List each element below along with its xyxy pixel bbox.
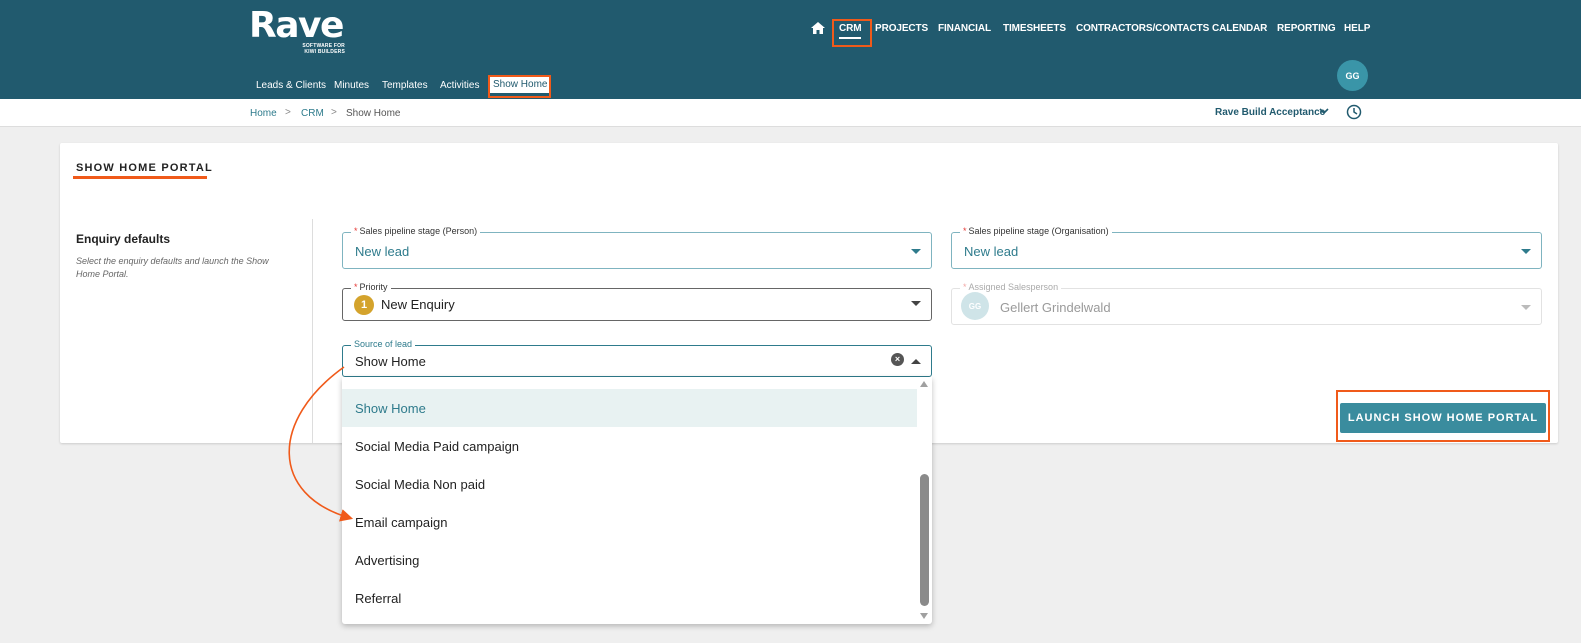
breadcrumb-separator: >	[285, 107, 291, 118]
caret-down-icon	[1521, 305, 1531, 310]
logo-tagline: SOFTWARE FOR KIWI BUILDERS	[302, 43, 345, 55]
home-icon[interactable]	[811, 22, 825, 34]
pipeline-person-label: * Sales pipeline stage (Person)	[351, 226, 481, 236]
salesperson-avatar: GG	[961, 292, 989, 320]
launch-button-highlight	[1336, 390, 1550, 442]
caret-down-icon[interactable]	[911, 249, 921, 254]
salesperson-label: * Assigned Salesperson	[960, 282, 1062, 292]
nav-calendar[interactable]: CALENDAR	[1212, 23, 1267, 34]
nav-help[interactable]: HELP	[1344, 23, 1370, 34]
subnav-activities[interactable]: Activities	[440, 80, 479, 91]
priority-value: New Enquiry	[381, 297, 455, 312]
nav-financial[interactable]: FINANCIAL	[938, 23, 991, 34]
show-home-highlight	[488, 75, 551, 98]
breadcrumb-crm[interactable]: CRM	[301, 108, 324, 119]
nav-projects[interactable]: PROJECTS	[875, 23, 928, 34]
breadcrumb-bar: Home > CRM > Show Home Rave Build Accept…	[0, 99, 1581, 127]
rave-logo[interactable]: Rave SOFTWARE FOR KIWI BUILDERS	[249, 5, 345, 55]
source-value: Show Home	[355, 354, 426, 369]
section-description: Select the enquiry defaults and launch t…	[76, 256, 269, 279]
caret-up-icon[interactable]	[911, 359, 921, 364]
option-advertising[interactable]: Advertising	[342, 541, 917, 579]
caret-down-icon[interactable]	[911, 301, 921, 306]
clock-icon[interactable]	[1346, 104, 1362, 120]
title-underline	[73, 176, 207, 179]
scroll-down-arrow-icon[interactable]	[920, 613, 928, 619]
source-of-lead-select[interactable]: Source of lead Show Home ×	[342, 339, 932, 377]
priority-select[interactable]: * Priority 1 New Enquiry	[342, 282, 932, 321]
subnav-minutes[interactable]: Minutes	[334, 80, 369, 91]
pipeline-org-value: New lead	[964, 244, 1019, 259]
pipeline-org-select[interactable]: * Sales pipeline stage (Organisation) New…	[951, 226, 1542, 269]
caret-down-icon[interactable]	[1521, 249, 1531, 254]
clear-icon[interactable]: ×	[891, 353, 904, 366]
subnav-leads-clients[interactable]: Leads & Clients	[256, 80, 326, 91]
option-social-media-paid[interactable]: Social Media Paid campaign	[342, 427, 917, 465]
scrollbar-thumb[interactable]	[920, 474, 929, 606]
salesperson-value: Gellert Grindelwald	[1000, 300, 1111, 315]
logo-wordmark: Rave	[249, 5, 344, 46]
nav-timesheets[interactable]: TIMESHEETS	[1003, 23, 1066, 34]
salesperson-select: * Assigned Salesperson GG Gellert Grindel…	[951, 282, 1542, 325]
section-title: Enquiry defaults	[76, 232, 171, 246]
nav-contractors-contacts[interactable]: CONTRACTORS/CONTACTS	[1076, 23, 1209, 34]
option-show-home[interactable]: Show Home	[342, 389, 917, 427]
section-divider	[312, 219, 313, 443]
user-avatar[interactable]: GG	[1337, 60, 1368, 91]
environment-selector[interactable]: Rave Build Acceptance	[1215, 107, 1325, 118]
option-referral[interactable]: Referral	[342, 579, 917, 617]
top-header: Rave SOFTWARE FOR KIWI BUILDERS CRM PROJ…	[0, 0, 1581, 99]
subnav-templates[interactable]: Templates	[382, 80, 428, 91]
source-dropdown-list: Show Home Social Media Paid campaign Soc…	[342, 377, 932, 624]
source-label: Source of lead	[351, 339, 416, 349]
breadcrumb-current: Show Home	[346, 108, 401, 119]
breadcrumb-home[interactable]: Home	[250, 108, 277, 119]
scroll-up-arrow-icon[interactable]	[920, 381, 928, 387]
breadcrumb-separator: >	[331, 107, 337, 118]
priority-label: * Priority	[351, 282, 391, 292]
nav-reporting[interactable]: REPORTING	[1277, 23, 1336, 34]
priority-badge: 1	[354, 295, 374, 315]
crm-highlight	[832, 19, 872, 47]
page-title: SHOW HOME PORTAL	[76, 162, 213, 174]
pipeline-person-value: New lead	[355, 244, 410, 259]
option-email-campaign[interactable]: Email campaign	[342, 503, 917, 541]
chevron-down-icon[interactable]	[1319, 107, 1329, 115]
pipeline-org-label: * Sales pipeline stage (Organisation)	[960, 226, 1112, 236]
pipeline-person-select[interactable]: * Sales pipeline stage (Person) New lead	[342, 226, 932, 269]
option-social-media-non-paid[interactable]: Social Media Non paid	[342, 465, 917, 503]
